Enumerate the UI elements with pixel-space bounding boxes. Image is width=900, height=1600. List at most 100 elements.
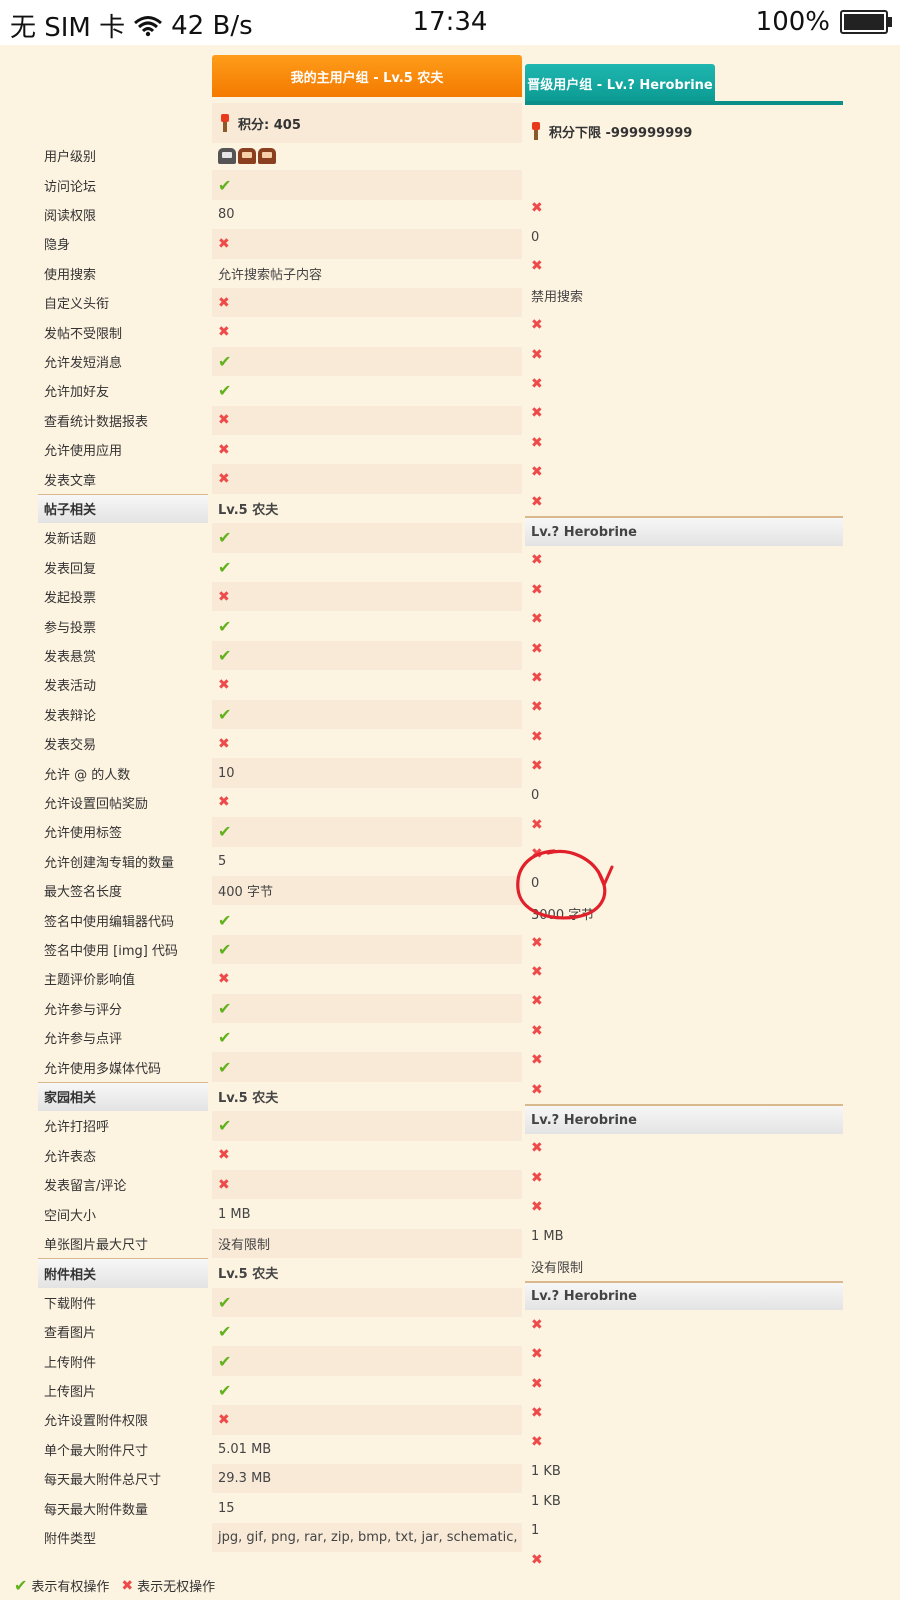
main-group-value: 允许搜索帖子内容 [212,259,522,288]
row-label: 空间大小 [44,1208,97,1224]
cross-icon: ✖ [218,588,230,605]
upgrade-group-value: ✖ [525,1310,843,1339]
cross-icon: ✖ [531,1081,543,1098]
legend-has: 表示有权操作 [31,1580,110,1595]
check-icon: ✔ [218,557,232,577]
upgrade-group-value: ✖ [525,928,843,957]
row-label: 每天最大附件总尺寸 [44,1473,162,1489]
upgrade-group-value: 1 [525,1516,843,1545]
upgrade-group-value: ✖ [525,252,843,281]
cell-text: 禁用搜索 [531,290,584,306]
upgrade-group-value: ✖ [525,957,843,986]
row-label: 允许表态 [44,1149,97,1165]
status-right: 100% [756,7,892,37]
section-main-level: Lv.5 农夫 [212,494,522,523]
row-label: 单张图片最大尺寸 [44,1237,149,1253]
cross-icon: ✖ [531,758,543,775]
upgrade-group-value: ✖ [525,722,843,751]
cross-icon: ✖ [531,317,543,334]
cross-icon: ✖ [531,493,543,510]
level-icons [218,147,276,164]
cross-icon: ✖ [531,552,543,569]
cross-icon: ✖ [531,1552,543,1569]
upgrade-group-value: 1 MB [525,1222,843,1251]
main-group-value: 10 [212,758,522,788]
torch-icon [531,122,541,140]
upgrade-group-value: ✖ [525,458,843,487]
status-bar: 无 SIM 卡 42 B/s 17:34 100% [0,0,900,45]
cross-icon: ✖ [531,405,543,422]
main-group-value: 400 字节 [212,876,522,906]
tab-upgrade-group[interactable]: 晋级用户组 - Lv.? Herobrine [525,64,715,102]
cell-text: 允许搜索帖子内容 [218,267,323,283]
row-label: 附件类型 [44,1531,97,1547]
upgrade-group-value: ✖ [525,987,843,1016]
upgrade-group-value: 没有限制 [525,1251,843,1280]
upgrade-group-value: ✖ [525,1369,843,1398]
cross-icon: ✖ [218,471,230,488]
cross-icon: ✖ [531,1405,543,1422]
upgrade-group-value: 0 [525,222,843,251]
level-icon [258,147,276,164]
row-label: 使用搜索 [44,267,97,283]
upgrade-group-value: 0 [525,781,843,810]
cross-icon: ✖ [531,1052,543,1069]
row-label: 发起投票 [44,591,97,607]
cell-text: 5.01 MB [218,1441,272,1457]
row-label: 允许设置附件权限 [44,1414,149,1430]
cross-icon: ✖ [531,934,543,951]
main-group-value: ✔ [212,699,522,729]
cross-icon: ✖ [531,1169,543,1186]
cell-text: 3000 字节 [531,907,595,923]
check-icon: ✔ [218,1116,232,1136]
main-group-value: ✔ [212,817,522,847]
cross-icon: ✖ [531,199,543,216]
torch-icon [220,114,230,132]
cross-icon: ✖ [531,640,543,657]
check-icon: ✔ [14,1576,28,1595]
upgrade-group-value: 0 [525,869,843,898]
row-label: 查看统计数据报表 [44,414,149,430]
upgrade-group-value: ✖ [525,399,843,428]
cross-icon: ✖ [218,676,230,693]
row-label: 允许使用多媒体代码 [44,1061,162,1077]
check-icon: ✔ [218,939,232,959]
row-label: 查看图片 [44,1326,97,1342]
row-label: 允许 @ 的人数 [44,767,131,783]
section-header: 帖子相关 [38,493,208,524]
cross-icon: ✖ [531,258,543,275]
row-label: 允许创建淘专辑的数量 [44,855,175,871]
cross-icon: ✖ [218,324,230,341]
upgrade-group-value: ✖ [525,634,843,663]
cross-icon: ✖ [531,1316,543,1333]
main-group-value: ✖ [212,435,522,464]
main-group-value: ✔ [212,934,522,965]
cross-icon: ✖ [218,1411,230,1428]
cross-icon: ✖ [218,794,230,811]
row-label: 单个最大附件尺寸 [44,1443,149,1459]
upgrade-group-value: ✖ [525,840,843,869]
row-label: 每天最大附件数量 [44,1502,149,1518]
check-icon: ✔ [218,1380,232,1400]
upgrade-group-value: 1 KB [525,1487,843,1516]
check-icon: ✔ [218,1351,232,1371]
tab-main-group[interactable]: 我的主用户组 - Lv.5 农夫 [212,55,522,97]
main-group-value: ✖ [212,317,522,346]
upgrade-group-value: ✖ [525,575,843,604]
main-group-value [212,141,522,170]
cross-icon: ✖ [531,964,543,981]
cross-icon: ✖ [531,993,543,1010]
cross-icon: ✖ [531,1346,543,1363]
main-group-value: 80 [212,200,522,229]
row-label: 允许参与点评 [44,1032,123,1048]
row-label: 上传图片 [44,1384,97,1400]
check-icon: ✔ [218,910,232,930]
upgrade-group-value: ✖ [525,1545,843,1574]
cross-icon: ✖ [218,294,230,311]
check-icon: ✔ [218,1322,232,1342]
cell-text: 0 [531,229,540,245]
upgrade-group-value: ✖ [525,752,843,781]
main-points: 积分: 405 [212,103,522,143]
check-icon: ✔ [218,704,232,724]
section-main-level: Lv.5 农夫 [212,1082,522,1111]
